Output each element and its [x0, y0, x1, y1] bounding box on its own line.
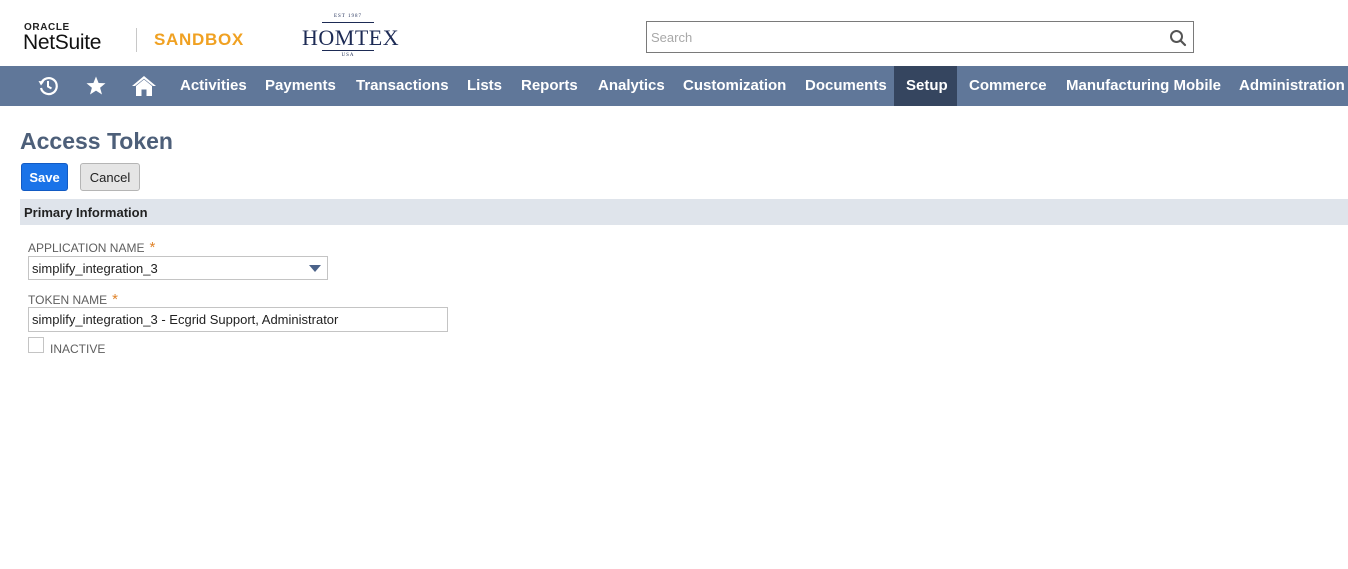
nav-customization[interactable]: Customization — [671, 66, 798, 106]
header-bar: ORACLE NetSuite SANDBOX EST 1987 HOMTEX … — [0, 0, 1348, 66]
nav-analytics[interactable]: Analytics — [586, 66, 677, 106]
save-button[interactable]: Save — [21, 163, 68, 191]
section-header-primary-information[interactable]: Primary Information — [20, 199, 1348, 225]
page-title: Access Token — [20, 128, 173, 154]
inactive-checkbox[interactable] — [28, 337, 44, 353]
application-name-label: APPLICATION NAME * — [28, 239, 155, 256]
application-name-label-text: APPLICATION NAME — [28, 241, 145, 255]
token-name-field[interactable] — [28, 307, 448, 332]
application-name-select[interactable]: simplify_integration_3 — [28, 256, 328, 280]
application-name-value: simplify_integration_3 — [32, 261, 158, 276]
star-icon[interactable] — [81, 66, 111, 106]
company-logo-country: USA — [341, 53, 355, 58]
dropdown-arrow-icon[interactable] — [309, 265, 321, 272]
company-logo[interactable]: EST 1987 HOMTEX USA — [302, 14, 400, 60]
required-marker: * — [112, 291, 118, 308]
nav-payments[interactable]: Payments — [253, 66, 348, 106]
home-icon[interactable] — [129, 66, 159, 106]
section-title: Primary Information — [24, 205, 148, 220]
nav-commerce[interactable]: Commerce — [957, 66, 1059, 106]
token-name-label: TOKEN NAME * — [28, 291, 118, 308]
company-logo-est: EST 1987 — [333, 14, 363, 19]
nav-lists[interactable]: Lists — [455, 66, 514, 106]
nav-reports[interactable]: Reports — [509, 66, 590, 106]
logo-rule-bottom — [322, 50, 374, 51]
search-input[interactable] — [649, 25, 1153, 49]
header-divider — [136, 28, 137, 52]
search-icon[interactable] — [1169, 29, 1187, 47]
nav-manufacturing-mobile[interactable]: Manufacturing Mobile — [1054, 66, 1233, 106]
nav-setup[interactable]: Setup — [894, 66, 957, 106]
nav-administration[interactable]: Administration a — [1227, 66, 1348, 106]
company-logo-name: HOMTEX — [302, 25, 400, 50]
token-name-label-text: TOKEN NAME — [28, 293, 108, 307]
nav-documents[interactable]: Documents — [793, 66, 899, 106]
main-navigation: Activities Payments Transactions Lists R… — [0, 66, 1348, 106]
required-marker: * — [149, 239, 156, 256]
recent-records-icon[interactable] — [33, 66, 63, 106]
inactive-label: INACTIVE — [50, 342, 106, 356]
nav-transactions[interactable]: Transactions — [344, 66, 461, 106]
cancel-button[interactable]: Cancel — [80, 163, 140, 191]
global-search-box — [646, 21, 1194, 53]
netsuite-logo-text: NetSuite — [23, 31, 102, 54]
logo-rule-top — [322, 22, 374, 23]
nav-activities[interactable]: Activities — [168, 66, 259, 106]
environment-label: SANDBOX — [154, 30, 244, 49]
